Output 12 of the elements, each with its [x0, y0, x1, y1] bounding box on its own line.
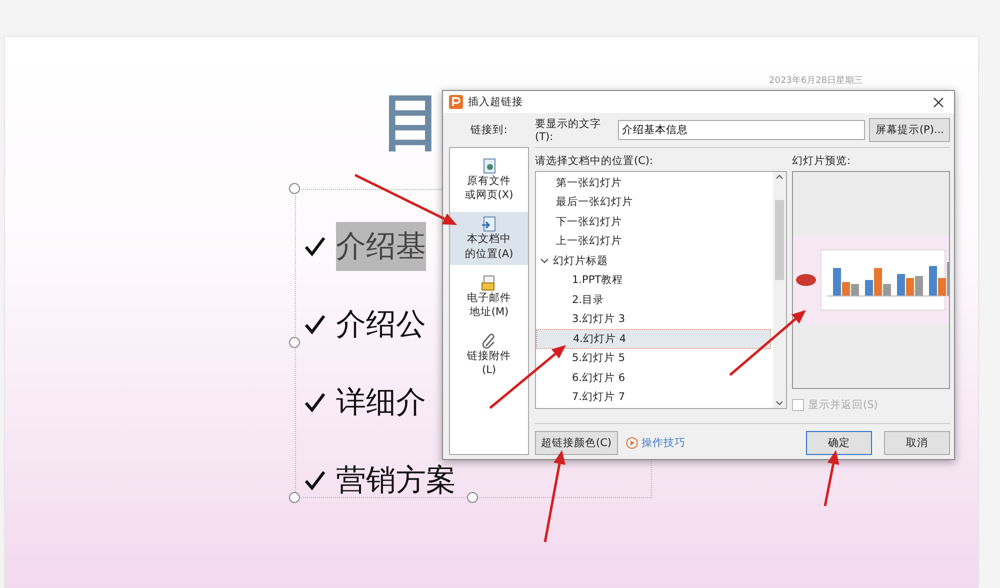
- bullet-text: 介绍基: [336, 222, 426, 270]
- display-text-label: 要显示的文字(T):: [535, 117, 602, 143]
- bullet-text: 营销方案: [336, 462, 456, 500]
- slide-title: 目: [381, 91, 443, 153]
- bullet-text: 介绍公: [336, 306, 426, 344]
- preview-label: 幻灯片预览:: [792, 154, 852, 168]
- link-to-label: 链接到:: [470, 123, 508, 137]
- dialog-title: 插入超链接: [468, 95, 524, 109]
- slide-date: 2023年6月28日星期三: [769, 77, 864, 86]
- bullet-text: 详细介: [336, 384, 426, 422]
- checkbox-label: 显示并返回(S): [808, 398, 878, 412]
- location-label: 请选择文档中的位置(C):: [535, 154, 654, 168]
